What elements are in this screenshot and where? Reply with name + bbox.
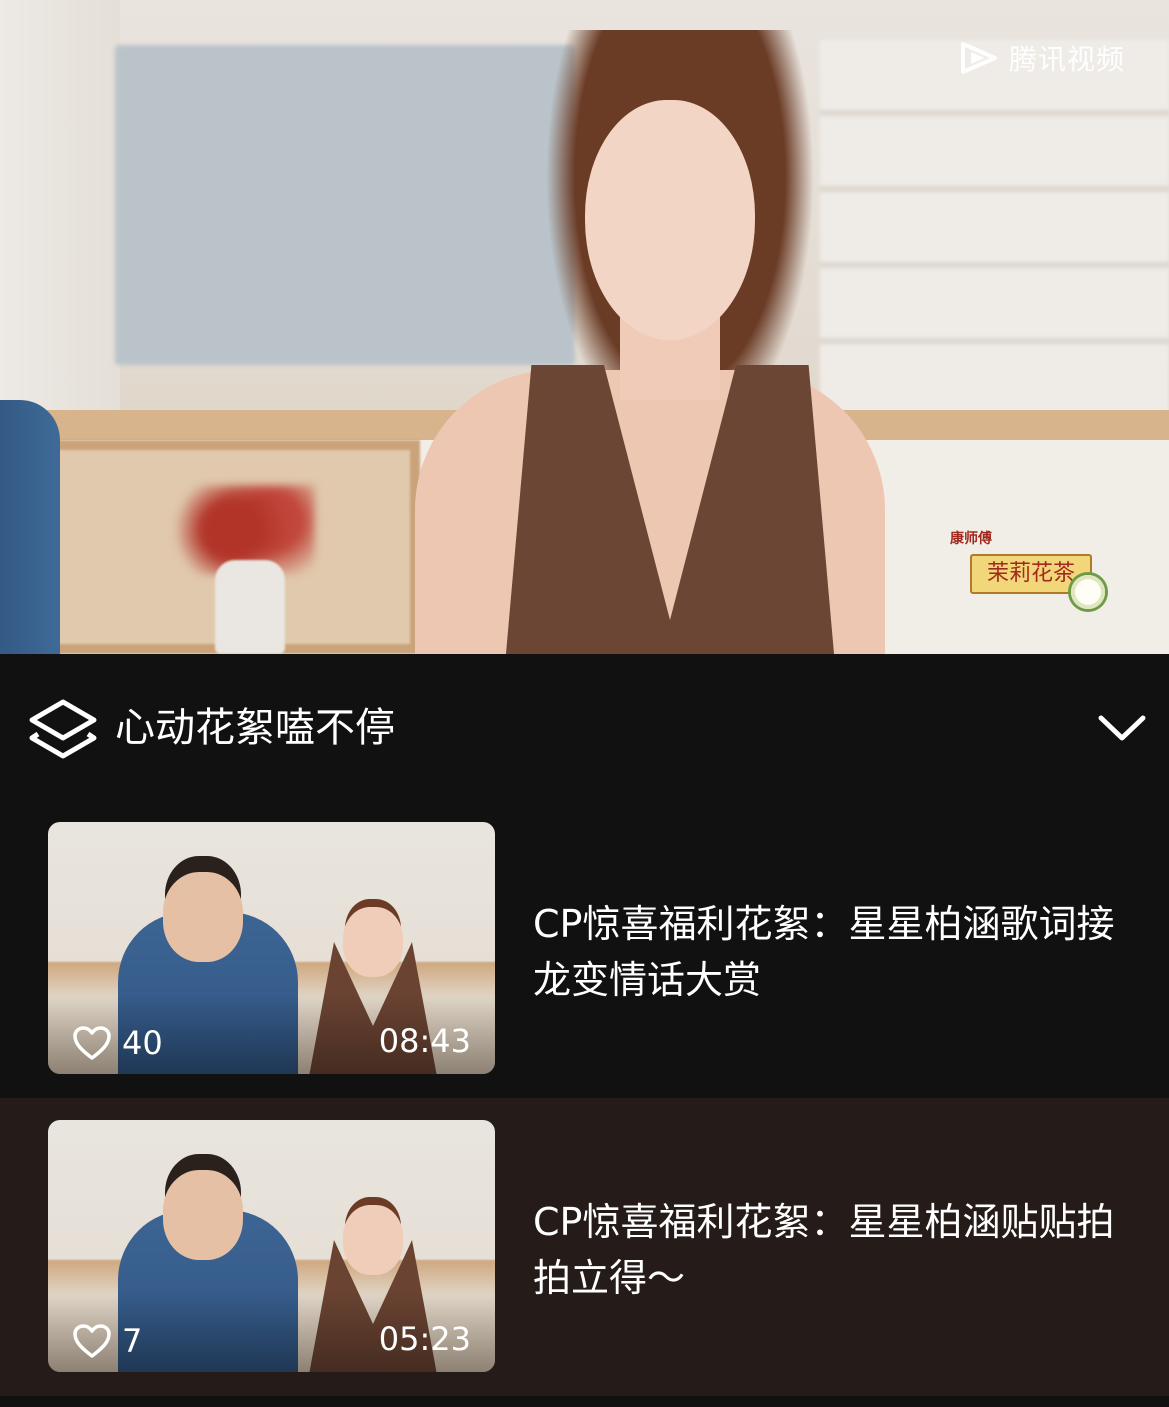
video-frame-person-left <box>0 400 60 654</box>
thumbnail-person-man-head <box>163 872 243 962</box>
sponsor-brand-text: 康师傅 <box>950 531 992 547</box>
video-duration: 08:43 <box>378 1022 471 1060</box>
playlist-item[interactable]: 40 08:43 CP惊喜福利花絮：星星柏涵歌词接龙变情话大赏 <box>0 800 1169 1098</box>
video-frame-background-panel <box>115 45 575 365</box>
jasmine-flower-icon <box>1068 572 1108 612</box>
video-frame-shelf <box>820 40 1169 420</box>
heart-icon <box>73 1324 111 1358</box>
video-thumbnail[interactable]: 7 05:23 <box>48 1120 495 1372</box>
video-duration: 05:23 <box>378 1320 471 1358</box>
video-player[interactable]: 腾讯视频 康师傅 茉莉花茶 <box>0 0 1169 654</box>
video-thumbnail[interactable]: 40 08:43 <box>48 822 495 1074</box>
video-title[interactable]: CP惊喜福利花絮：星星柏涵贴贴拍拍立得～ <box>533 1194 1123 1306</box>
tencent-video-logo-icon <box>960 42 997 74</box>
thumbnail-person-woman-head <box>343 1205 403 1275</box>
thumbnail-person-man-head <box>163 1170 243 1260</box>
chevron-down-icon[interactable] <box>1095 708 1149 748</box>
playlist: 40 08:43 CP惊喜福利花絮：星星柏涵歌词接龙变情话大赏 7 05:23 … <box>0 800 1169 1396</box>
watermark-text: 腾讯视频 <box>1008 43 1125 76</box>
video-frame-person-face <box>585 100 755 340</box>
playlist-item-selected[interactable]: 7 05:23 CP惊喜福利花絮：星星柏涵贴贴拍拍立得～ <box>0 1098 1169 1396</box>
heart-icon <box>73 1026 111 1060</box>
video-frame-vase <box>215 560 285 654</box>
like-count-value: 7 <box>122 1322 143 1360</box>
tencent-video-watermark: 腾讯视频 <box>959 38 1125 78</box>
like-count: 40 <box>72 1024 163 1062</box>
layers-icon <box>29 699 97 759</box>
playlist-title: 心动花絮嗑不停 <box>115 705 395 751</box>
like-count-value: 40 <box>122 1024 163 1062</box>
thumbnail-person-woman-head <box>343 907 403 977</box>
like-count: 7 <box>72 1322 142 1360</box>
sponsor-logo: 康师傅 茉莉花茶 <box>950 528 1112 612</box>
video-title[interactable]: CP惊喜福利花絮：星星柏涵歌词接龙变情话大赏 <box>533 896 1123 1008</box>
